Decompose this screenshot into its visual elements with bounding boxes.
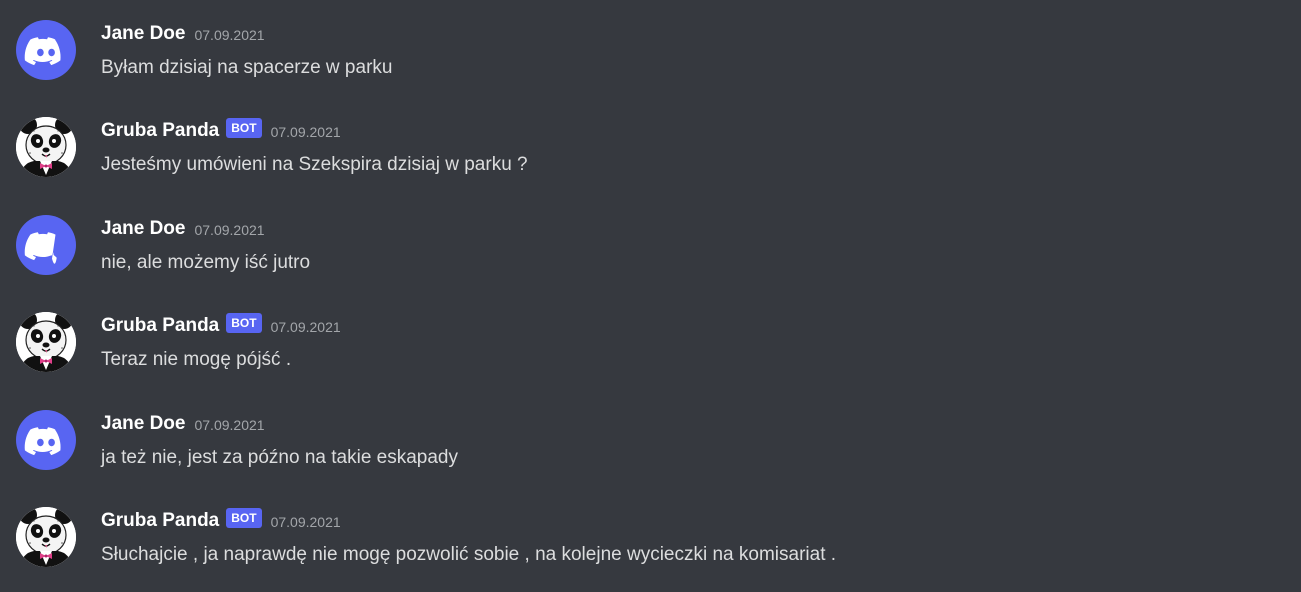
- message-item: Gruba Panda BOT 07.09.2021 Teraz nie mogę …: [0, 292, 1301, 372]
- message-item: Gruba Panda BOT 07.09.2021 Słuchajcie , ja…: [0, 487, 1301, 567]
- username[interactable]: Gruba Panda: [101, 314, 219, 338]
- username[interactable]: Jane Doe: [101, 217, 185, 241]
- timestamp: 07.09.2021: [194, 417, 265, 433]
- username[interactable]: Gruba Panda: [101, 509, 219, 533]
- message-item: Gruba Panda BOT 07.09.2021 Jesteśmy umówie…: [0, 97, 1301, 177]
- username[interactable]: Jane Doe: [101, 22, 185, 46]
- message-content: Teraz nie mogę pójść .: [101, 349, 292, 370]
- message-header: Gruba Panda BOT 07.09.2021: [101, 118, 341, 145]
- panda-avatar[interactable]: [16, 117, 76, 177]
- discord-logo-icon[interactable]: [16, 215, 76, 275]
- username[interactable]: Jane Doe: [101, 412, 185, 436]
- message-content: ja też nie, jest za późno na takie eskap…: [101, 447, 459, 468]
- bot-badge: BOT: [226, 508, 262, 528]
- panda-avatar[interactable]: [16, 507, 76, 567]
- message-content: Byłam dzisiaj na spacerze w parku: [101, 57, 393, 78]
- message-content: Jesteśmy umówieni na Szekspira dzisiaj w…: [101, 154, 528, 175]
- message-item: Jane Doe 07.09.2021 nie, ale możemy iść j…: [0, 195, 1301, 275]
- message-header: Gruba Panda BOT 07.09.2021: [101, 508, 341, 535]
- panda-avatar[interactable]: [16, 312, 76, 372]
- username[interactable]: Gruba Panda: [101, 119, 219, 143]
- timestamp: 07.09.2021: [270, 319, 341, 335]
- message-item: Jane Doe 07.09.2021 Byłam dzisiaj na spac…: [0, 0, 1301, 80]
- timestamp: 07.09.2021: [194, 27, 265, 43]
- chat-messages: Jane Doe 07.09.2021 Byłam dzisiaj na spac…: [0, 0, 1301, 592]
- message-item: Jane Doe 07.09.2021 ja też nie, jest za p…: [0, 390, 1301, 470]
- bot-badge: BOT: [226, 313, 262, 333]
- discord-logo-icon[interactable]: [16, 410, 76, 470]
- discord-logo-icon[interactable]: [16, 20, 76, 80]
- bot-badge: BOT: [226, 118, 262, 138]
- timestamp: 07.09.2021: [270, 514, 341, 530]
- message-header: Jane Doe 07.09.2021: [101, 412, 265, 438]
- timestamp: 07.09.2021: [194, 222, 265, 238]
- message-header: Jane Doe 07.09.2021: [101, 217, 265, 243]
- message-header: Jane Doe 07.09.2021: [101, 22, 265, 48]
- message-header: Gruba Panda BOT 07.09.2021: [101, 313, 341, 340]
- message-content: Słuchajcie , ja naprawdę nie mogę pozwol…: [101, 544, 837, 565]
- timestamp: 07.09.2021: [270, 124, 341, 140]
- message-content: nie, ale możemy iść jutro: [101, 252, 311, 273]
